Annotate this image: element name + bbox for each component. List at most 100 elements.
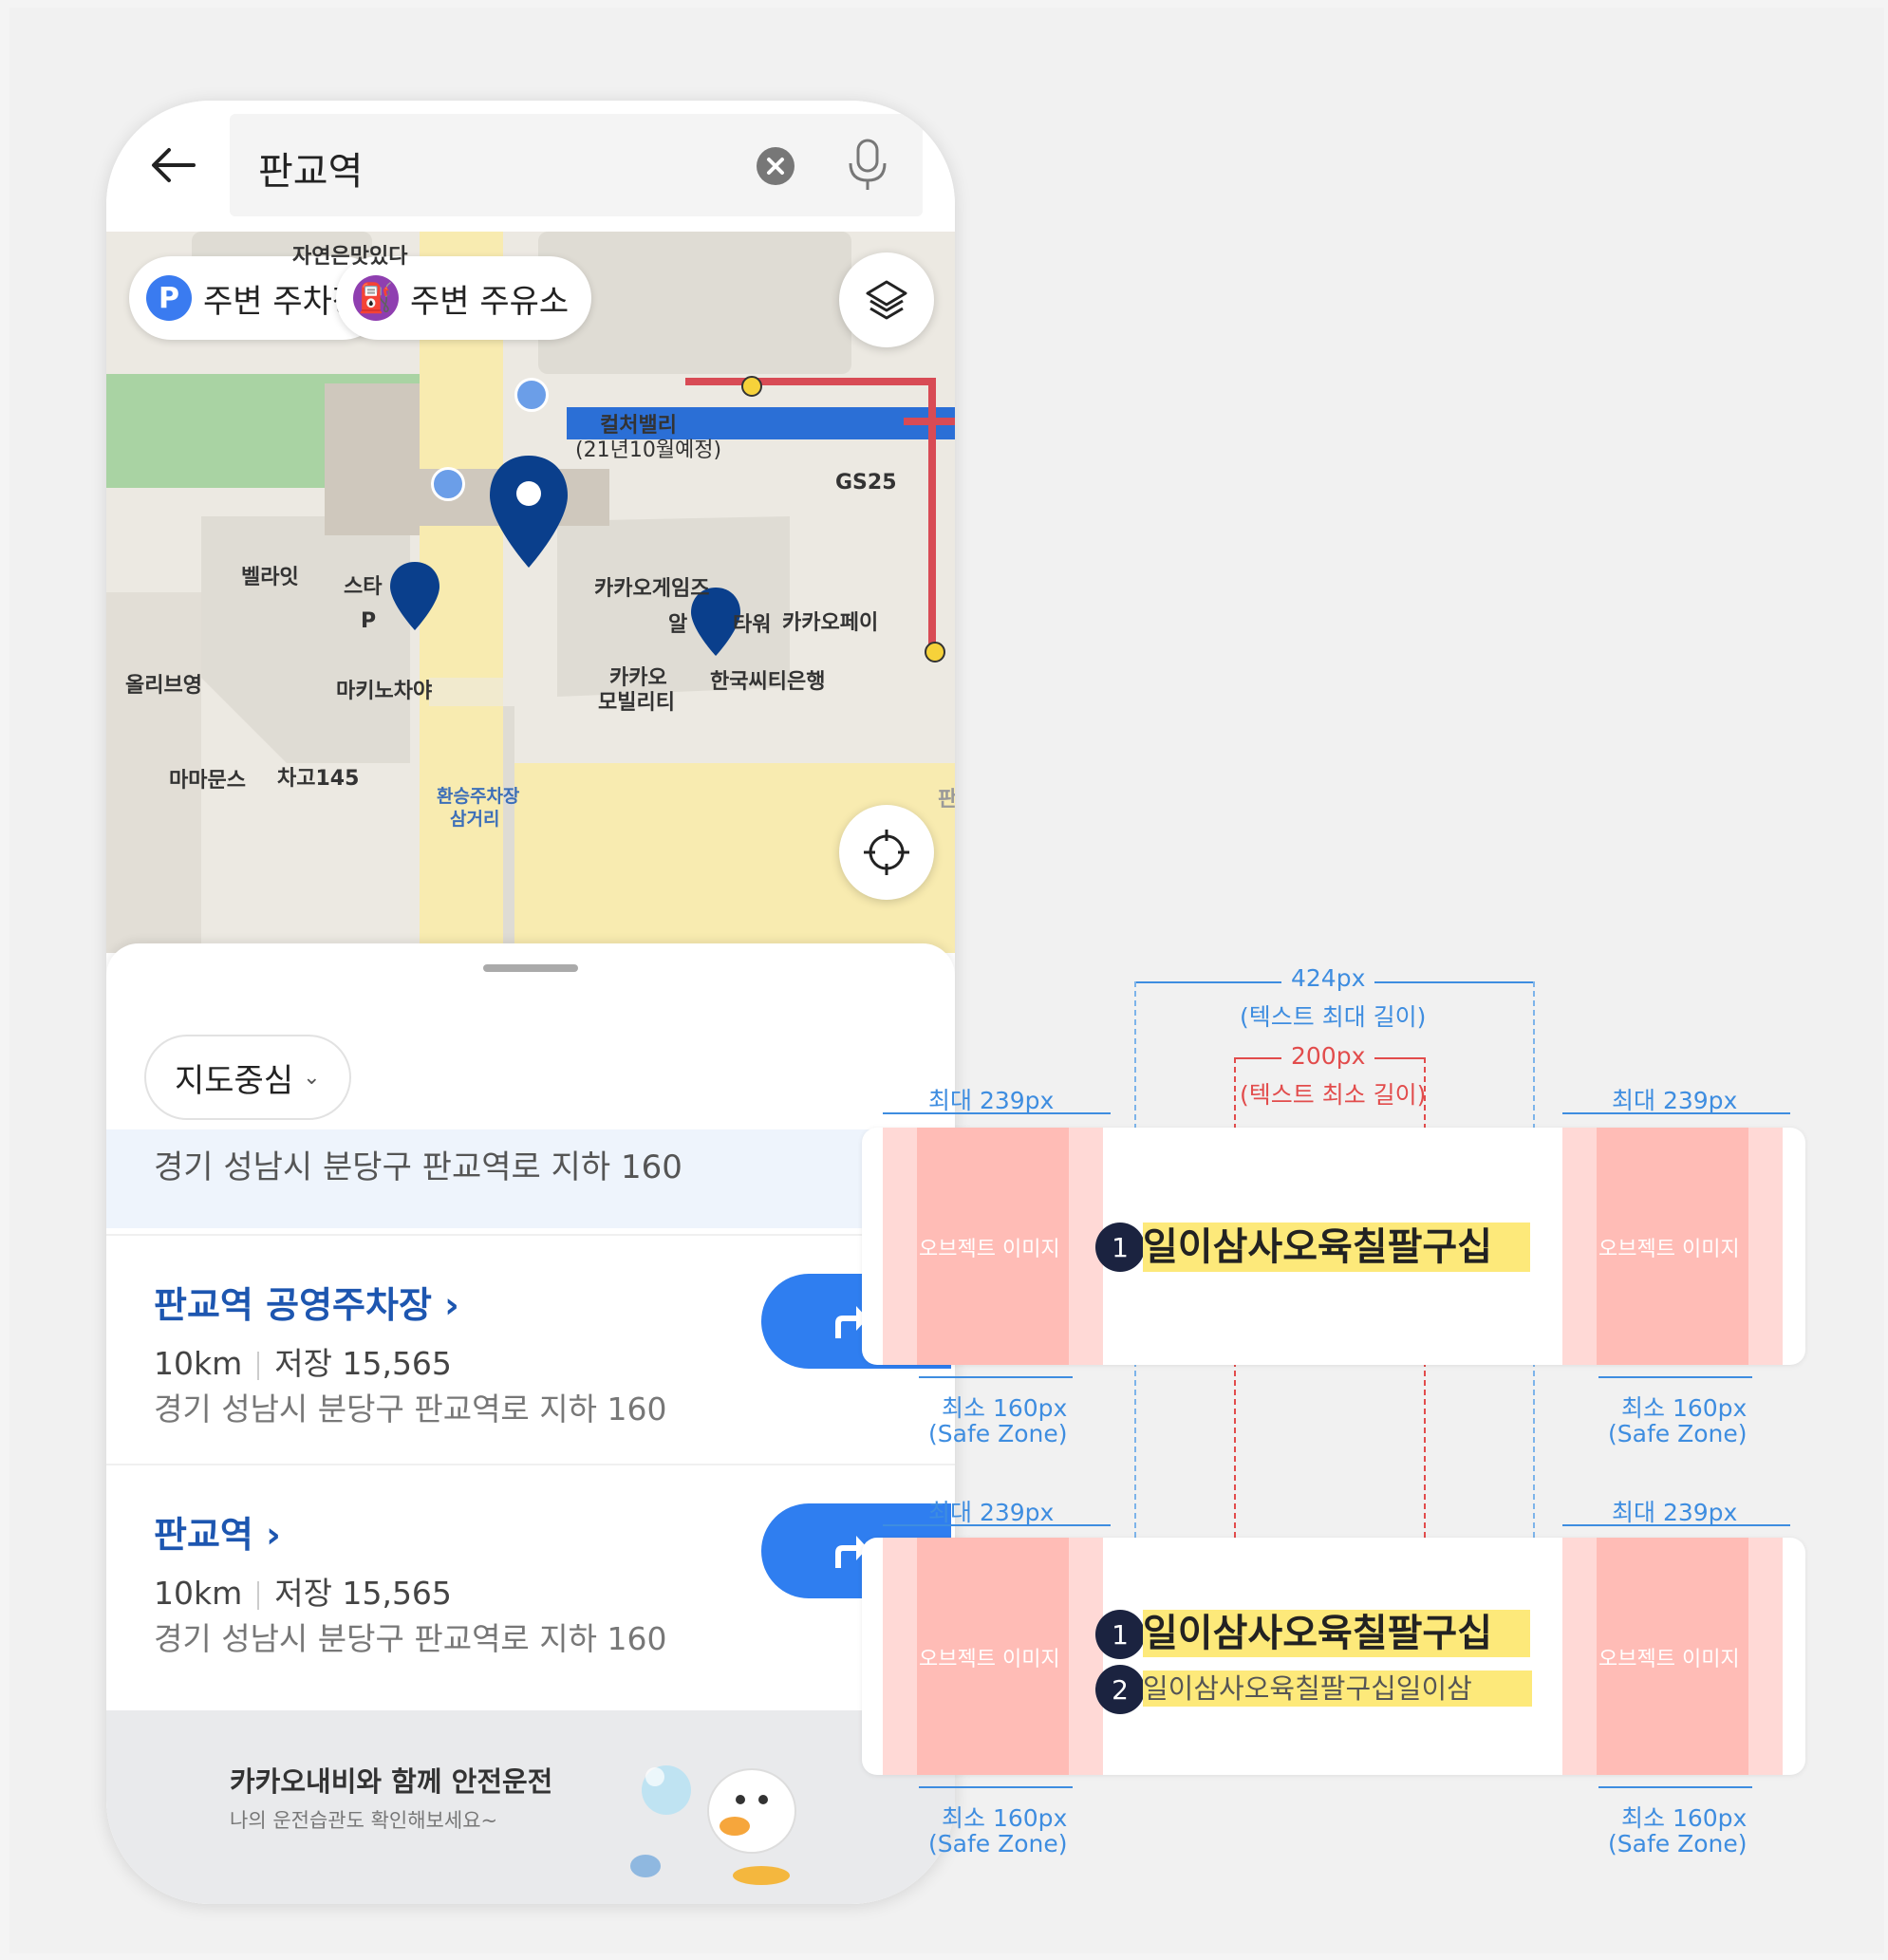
poi-label: P xyxy=(361,609,377,633)
safe-zone-caption: (Safe Zone) xyxy=(928,1830,1068,1857)
result-item[interactable]: 판교역 › 10km 저장 15,565 경기 성남시 분당구 판교역로 지하 1… xyxy=(106,1464,955,1688)
result-meta: 10km 저장 15,565 xyxy=(154,1338,452,1384)
safe-min-label: 최소 160px xyxy=(942,1804,1068,1832)
place-marker[interactable] xyxy=(388,562,441,632)
gas-station-icon: ⛽ xyxy=(353,275,399,321)
poi-label: 알 xyxy=(668,613,688,637)
character-illustration xyxy=(630,1765,796,1885)
result-meta: 10km 저장 15,565 xyxy=(154,1568,452,1614)
poi-label: 모빌리티 xyxy=(598,691,675,715)
left-max-label: 최대 239px xyxy=(928,1499,1055,1526)
poi-label: 스타 xyxy=(344,575,383,599)
line-number-badge: 1 xyxy=(1095,1610,1145,1659)
safe-zone-caption: (Safe Zone) xyxy=(1608,1420,1748,1447)
poi-label: 판 xyxy=(938,788,955,812)
poi-label: 카카오페이 xyxy=(782,611,879,635)
right-max-label: 최대 239px xyxy=(1612,1499,1738,1526)
result-saved-count: 저장 15,565 xyxy=(274,1345,452,1382)
result-distance: 10km xyxy=(154,1575,243,1612)
title-line-text: 일이삼사오육칠팔구십 xyxy=(1143,1223,1530,1272)
result-item[interactable]: 판교역 공영주차장 › 10km 저장 15,565 경기 성남시 분당구 판교역… xyxy=(106,1234,955,1458)
max-width-label: 424px xyxy=(1281,964,1375,992)
poi-label: 마마문스 xyxy=(169,769,246,793)
left-max-line xyxy=(883,1524,1111,1526)
line-number-badge: 1 xyxy=(1095,1223,1145,1272)
clear-icon[interactable] xyxy=(757,147,794,185)
address-text: 경기 성남시 분당구 판교역로 지하 160 xyxy=(154,1148,682,1186)
microphone-icon[interactable] xyxy=(847,139,888,192)
banner-subtitle: 나의 운전습관도 확인해보세요~ xyxy=(230,1809,498,1832)
map-base xyxy=(106,232,955,953)
poi-label: 삼거리 xyxy=(450,809,500,830)
parking-icon: P xyxy=(146,275,192,321)
bottom-sheet: 지도중심 ⌄ 경기 성남시 분당구 판교역로 지하 160 판교역 공영주차장 … xyxy=(106,943,955,1904)
poi-label: 벨라잇 xyxy=(241,566,299,589)
banner-title: 카카오내비와 함께 안전운전 xyxy=(230,1765,553,1798)
poi-label: 타워 xyxy=(733,613,772,637)
result-distance: 10km xyxy=(154,1345,243,1382)
left-safe-line xyxy=(919,1786,1073,1788)
safe-zone-caption: (Safe Zone) xyxy=(928,1420,1068,1447)
subway-exit-icon xyxy=(741,376,762,397)
min-width-label: 200px xyxy=(1281,1042,1375,1070)
search-query: 판교역 xyxy=(258,150,364,194)
banner-card-two-line: 오브젝트 이미지 오브젝트 이미지 1 일이삼사오육칠팔구십 2 일이삼사오육칠… xyxy=(862,1538,1805,1775)
poi-label: 카카오게임즈 xyxy=(594,577,710,601)
highlighted-address-row[interactable]: 경기 성남시 분당구 판교역로 지하 160 xyxy=(106,1129,955,1228)
chip-label: 주변 주유소 xyxy=(410,282,570,321)
chevron-down-icon: ⌄ xyxy=(303,1065,321,1090)
filter-label: 지도중심 xyxy=(175,1061,294,1100)
search-input[interactable]: 판교역 xyxy=(230,114,923,216)
max-width-caption: (텍스트 최대 길이) xyxy=(1240,1003,1427,1031)
subway-exit-icon xyxy=(925,642,945,663)
poi-label: 한국씨티은행 xyxy=(710,670,826,694)
min-width-caption: (텍스트 최소 길이) xyxy=(1240,1081,1427,1109)
layers-button[interactable] xyxy=(839,252,934,347)
right-safe-line xyxy=(1598,1376,1752,1378)
safe-min-label: 최소 160px xyxy=(942,1394,1068,1422)
poi-label: (21년10월예정) xyxy=(575,439,722,462)
right-safe-line xyxy=(1598,1786,1752,1788)
poi-label: 올리브영 xyxy=(125,674,202,698)
object-image-label: 오브젝트 이미지 xyxy=(1598,1648,1740,1671)
crosshair-icon xyxy=(864,830,909,875)
result-name[interactable]: 판교역 공영주차장 › xyxy=(154,1276,459,1328)
search-bar: 판교역 xyxy=(106,101,955,232)
object-image-label: 오브젝트 이미지 xyxy=(1598,1238,1740,1261)
safe-zone-caption: (Safe Zone) xyxy=(1608,1830,1748,1857)
selected-location-marker[interactable] xyxy=(486,456,571,569)
safe-min-label: 최소 160px xyxy=(1621,1394,1748,1422)
left-safe-line xyxy=(919,1376,1073,1378)
result-address: 경기 성남시 분당구 판교역로 지하 160 xyxy=(154,1620,667,1657)
promo-banner[interactable]: 카카오내비와 함께 안전운전 나의 운전습관도 확인해보세요~ xyxy=(106,1710,955,1904)
poi-label: GS25 xyxy=(835,471,897,495)
subtitle-line-text: 일이삼사오육칠팔구십일이삼 xyxy=(1143,1671,1532,1707)
left-max-line xyxy=(883,1112,1111,1114)
banner-card-one-line: 오브젝트 이미지 오브젝트 이미지 1 일이삼사오육칠팔구십 xyxy=(862,1128,1805,1365)
object-image-label: 오브젝트 이미지 xyxy=(919,1238,1060,1261)
current-location-button[interactable] xyxy=(839,805,934,900)
object-image-label: 오브젝트 이미지 xyxy=(919,1648,1060,1671)
poi-label: 환승주차장 xyxy=(437,786,520,807)
right-max-line xyxy=(1562,1112,1790,1114)
back-arrow-icon[interactable] xyxy=(146,137,203,194)
result-name[interactable]: 판교역 › xyxy=(154,1505,281,1558)
right-max-label: 최대 239px xyxy=(1612,1087,1738,1114)
poi-label: 차고145 xyxy=(277,767,360,791)
safe-min-label: 최소 160px xyxy=(1621,1804,1748,1832)
bus-stop-icon[interactable] xyxy=(431,467,465,501)
layers-icon xyxy=(866,280,907,320)
map-view[interactable]: P 주변 주차장 ⛽ 주변 주유소 자연은맛있다 컬처밸리 (21년10월예정)… xyxy=(106,232,955,953)
result-address: 경기 성남시 분당구 판교역로 지하 160 xyxy=(154,1391,667,1428)
poi-label: 마키노차야 xyxy=(336,680,433,703)
right-max-line xyxy=(1562,1524,1790,1526)
canvas: 판교역 P 주변 주차장 ⛽ 주변 주유소 자연은맛있다 컬처밸리 (21년10… xyxy=(9,8,1884,1953)
title-line-text: 일이삼사오육칠팔구십 xyxy=(1143,1610,1530,1657)
poi-label: 자연은맛있다 xyxy=(292,245,408,269)
sheet-drag-handle[interactable] xyxy=(483,964,578,972)
line-number-badge: 2 xyxy=(1095,1665,1145,1714)
map-center-filter[interactable]: 지도중심 ⌄ xyxy=(144,1035,351,1120)
phone-mockup: 판교역 P 주변 주차장 ⛽ 주변 주유소 자연은맛있다 컬처밸리 (21년10… xyxy=(106,101,955,1904)
result-saved-count: 저장 15,565 xyxy=(274,1575,452,1612)
bus-stop-icon[interactable] xyxy=(514,378,549,412)
